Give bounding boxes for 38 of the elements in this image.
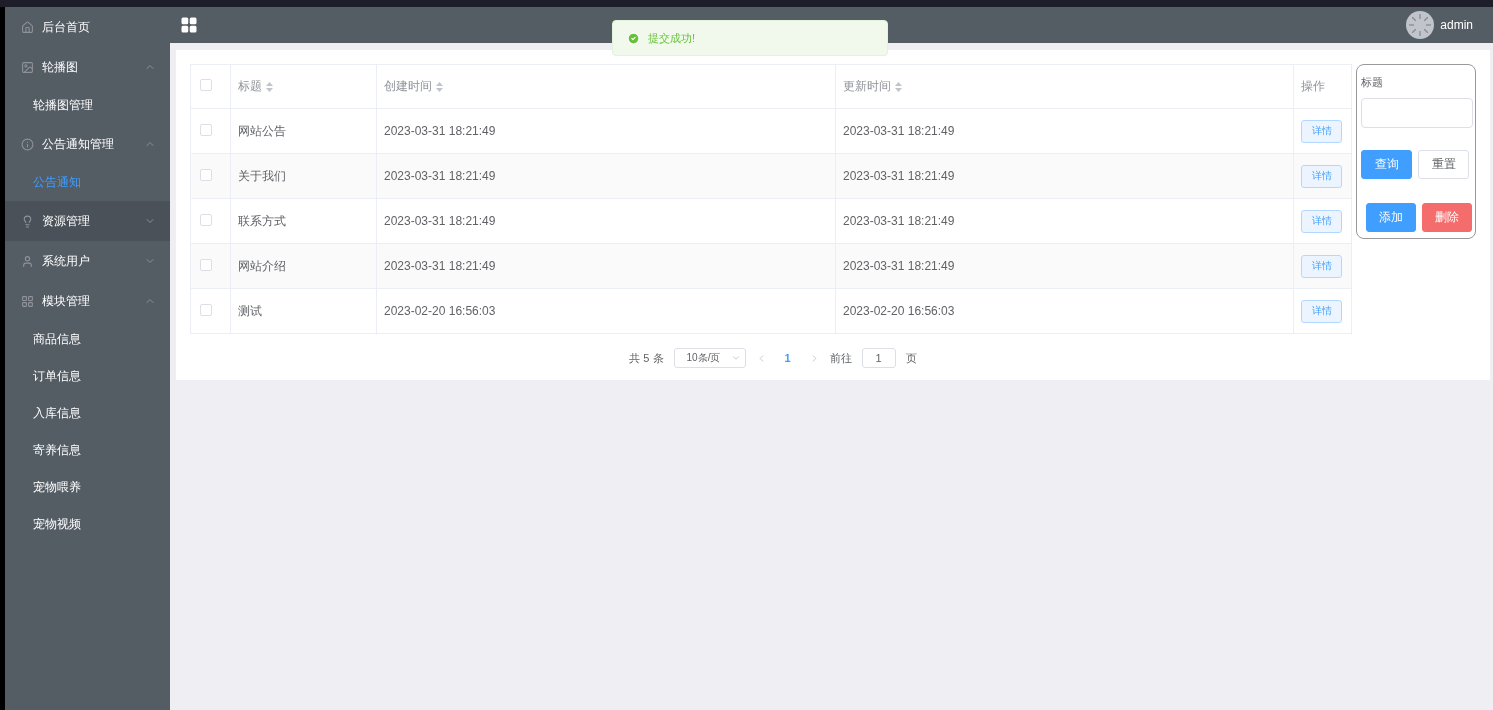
table-cell: 2023-03-31 18:21:49 [376,243,836,289]
submenu-item[interactable]: 宠物喂养 [5,469,170,506]
menu-item[interactable]: 轮播图 [5,47,170,87]
table-cell: 2023-03-31 18:21:49 [376,108,836,154]
submenu-item[interactable]: 宠物视频 [5,506,170,543]
table-cell: 关于我们 [230,153,377,199]
submenu-item[interactable]: 轮播图管理 [5,87,170,124]
menu-item[interactable]: 模块管理 [5,281,170,321]
page-size-select[interactable]: 10条/页 [673,348,746,368]
submenu-item[interactable]: 商品信息 [5,321,170,358]
submenu-item[interactable]: 入库信息 [5,395,170,432]
table-cell: 2023-03-31 18:21:49 [835,153,1294,199]
table-cell: 测试 [230,288,377,334]
table-cell: 2023-03-31 18:21:49 [835,108,1294,154]
action-button[interactable]: 重置 [1418,150,1469,179]
table-cell: 2023-02-20 16:56:03 [376,288,836,334]
column-header: 操作 [1301,78,1325,95]
user-name: admin [1440,18,1473,32]
menu-item[interactable]: 系统用户 [5,241,170,281]
table-cell: 2023-03-31 18:21:49 [376,153,836,199]
goto-label: 前往 [829,350,852,366]
table-cell: 2023-03-31 18:21:49 [376,198,836,244]
page-suffix: 页 [905,350,917,366]
menu-item[interactable]: 公告通知管理 [5,124,170,164]
table-cell: 网站公告 [230,108,377,154]
menu-item[interactable]: 资源管理 [5,201,170,241]
page-input[interactable]: 1 [861,348,896,368]
submenu-item[interactable]: 寄养信息 [5,432,170,469]
table-cell: 网站介绍 [230,243,377,289]
table-cell: 联系方式 [230,198,377,244]
menu-item[interactable]: 后台首页 [5,7,170,47]
table-cell: 2023-02-20 16:56:03 [835,288,1294,334]
table-cell: 2023-03-31 18:21:49 [835,243,1294,289]
table-cell: 2023-03-31 18:21:49 [835,198,1294,244]
submenu-item[interactable]: 订单信息 [5,358,170,395]
total-count: 共 5 条 [629,350,664,366]
toast-message: 提交成功! [612,20,888,56]
field-label: 标题 [1361,75,1384,90]
